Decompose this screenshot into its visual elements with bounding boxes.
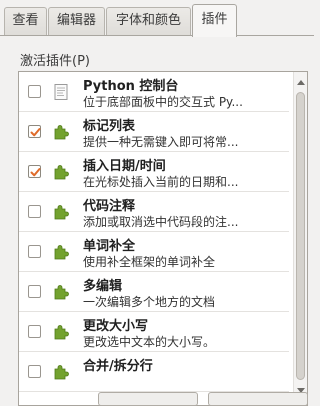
plugin-row[interactable]: 代码注释 添加或取消选中代码段的注...: [19, 192, 289, 232]
plugin-checkbox[interactable]: [28, 205, 41, 218]
scroll-up-arrow-icon[interactable]: [297, 80, 305, 85]
plugin-title: 插入日期/时间: [83, 159, 166, 174]
plugin-title: 更改大小写: [83, 319, 149, 334]
puzzle-piece-icon: [52, 163, 70, 181]
plugin-title: 标记列表: [83, 119, 136, 134]
plugin-checkbox[interactable]: [28, 85, 41, 98]
plugin-row[interactable]: 单词补全 使用补全框架的单词补全: [19, 232, 289, 272]
scrollbar[interactable]: [293, 72, 307, 405]
plugin-row[interactable]: 多编辑 一次编辑多个地方的文档: [19, 272, 289, 312]
plugin-title: 多编辑: [83, 279, 123, 294]
puzzle-piece-icon: [52, 363, 70, 381]
plugin-title: 代码注释: [83, 199, 136, 214]
plugin-checkbox[interactable]: [28, 285, 41, 298]
plugin-checkbox[interactable]: [28, 165, 41, 178]
scrollbar-thumb[interactable]: [296, 92, 305, 380]
plugin-checkbox[interactable]: [28, 365, 41, 378]
plugin-description: 一次编辑多个地方的文档: [83, 295, 216, 309]
puzzle-piece-icon: [52, 243, 70, 261]
plugin-title: 单词补全: [83, 239, 136, 254]
puzzle-piece-icon: [52, 203, 70, 221]
tab-plugins[interactable]: 插件: [192, 4, 237, 37]
plugin-description: 使用补全框架的单词补全: [83, 255, 216, 269]
plugin-row[interactable]: 更改大小写 更改选中文本的大小写。: [19, 312, 289, 352]
plugin-title: Python 控制台: [83, 79, 179, 94]
plugin-list[interactable]: 合并/拆分行 更改大小写 更改选中文本的大小写。 多编辑 一次编辑多个地方的文档 单词补全…: [18, 71, 308, 406]
puzzle-piece-icon: [52, 123, 70, 141]
tab-fonts-colors[interactable]: 字体和颜色: [106, 7, 191, 35]
active-plugins-label: 激活插件(P): [20, 54, 90, 69]
puzzle-piece-icon: [52, 283, 70, 301]
plugin-row[interactable]: 标记列表 提供一种无需键入即可将常...: [19, 112, 289, 152]
plugin-title: 合并/拆分行: [83, 359, 153, 374]
puzzle-piece-icon: [52, 323, 70, 341]
plugin-description: 位于底部面板中的交互式 Py...: [83, 95, 243, 109]
tab-editor[interactable]: 编辑器: [48, 7, 105, 35]
plugin-checkbox[interactable]: [28, 325, 41, 338]
plugin-row[interactable]: Python 控制台 位于底部面板中的交互式 Py...: [19, 72, 289, 112]
bottom-button-right[interactable]: [208, 392, 308, 406]
plugin-checkbox[interactable]: [28, 125, 41, 138]
plugin-description: 提供一种无需键入即可将常...: [83, 135, 239, 149]
tab-view[interactable]: 查看: [4, 7, 47, 35]
bottom-button-left[interactable]: [98, 392, 198, 406]
plugin-row[interactable]: 插入日期/时间 在光标处插入当前的日期和...: [19, 152, 289, 192]
plugin-row[interactable]: 合并/拆分行: [19, 352, 289, 392]
plugin-checkbox[interactable]: [28, 245, 41, 258]
python-console-icon: [52, 83, 70, 101]
plugin-description: 在光标处插入当前的日期和...: [83, 175, 239, 189]
tab-divider: [0, 35, 314, 36]
tab-bar: 查看 编辑器 字体和颜色 插件: [0, 0, 314, 37]
plugin-description: 更改选中文本的大小写。: [83, 335, 216, 349]
plugin-description: 添加或取消选中代码段的注...: [83, 215, 239, 229]
